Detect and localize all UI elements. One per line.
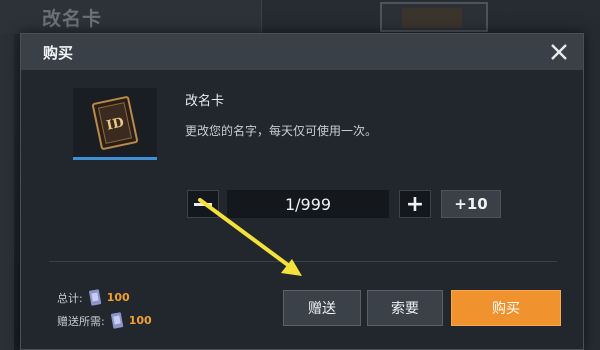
close-icon [551, 44, 567, 60]
purchase-dialog: 购买 ID 改名卡 更改您的名字，每天仅可使用一次。 1/999 + +10 总… [20, 33, 584, 350]
total-row: 总计: 100 [57, 289, 130, 306]
total-value: 100 [106, 291, 130, 304]
close-button[interactable] [547, 40, 571, 64]
item-name: 改名卡 [185, 94, 225, 109]
background-strip-left [0, 34, 14, 350]
gift-button[interactable]: 赠送 [283, 290, 361, 326]
quantity-increase-button[interactable]: + [399, 190, 431, 218]
minus-icon [194, 202, 212, 206]
background-title: 改名卡 [42, 8, 103, 30]
gift-cost-label: 赠送所需: [57, 314, 105, 328]
gift-cost-value: 100 [128, 314, 152, 327]
item-description: 更改您的名字，每天仅可使用一次。 [185, 124, 378, 138]
item-thumbnail: ID [73, 88, 157, 160]
background-item-thumbnail [402, 8, 462, 28]
gift-cost-row: 赠送所需: 100 [57, 312, 152, 329]
id-card-icon: ID [91, 96, 139, 150]
coupon-icon [110, 312, 123, 329]
request-button[interactable]: 索要 [367, 290, 443, 326]
quantity-plus10-button[interactable]: +10 [441, 190, 501, 218]
quantity-field[interactable]: 1/999 [227, 190, 389, 218]
buy-button[interactable]: 购买 [451, 290, 561, 326]
dialog-title: 购买 [43, 44, 74, 62]
total-label: 总计: [57, 291, 83, 305]
background-item-card [380, 2, 488, 32]
dialog-header: 购买 [21, 34, 583, 70]
divider [49, 261, 557, 262]
coupon-icon [88, 289, 101, 306]
background-panel [0, 0, 262, 34]
quantity-decrease-button[interactable] [187, 190, 219, 218]
